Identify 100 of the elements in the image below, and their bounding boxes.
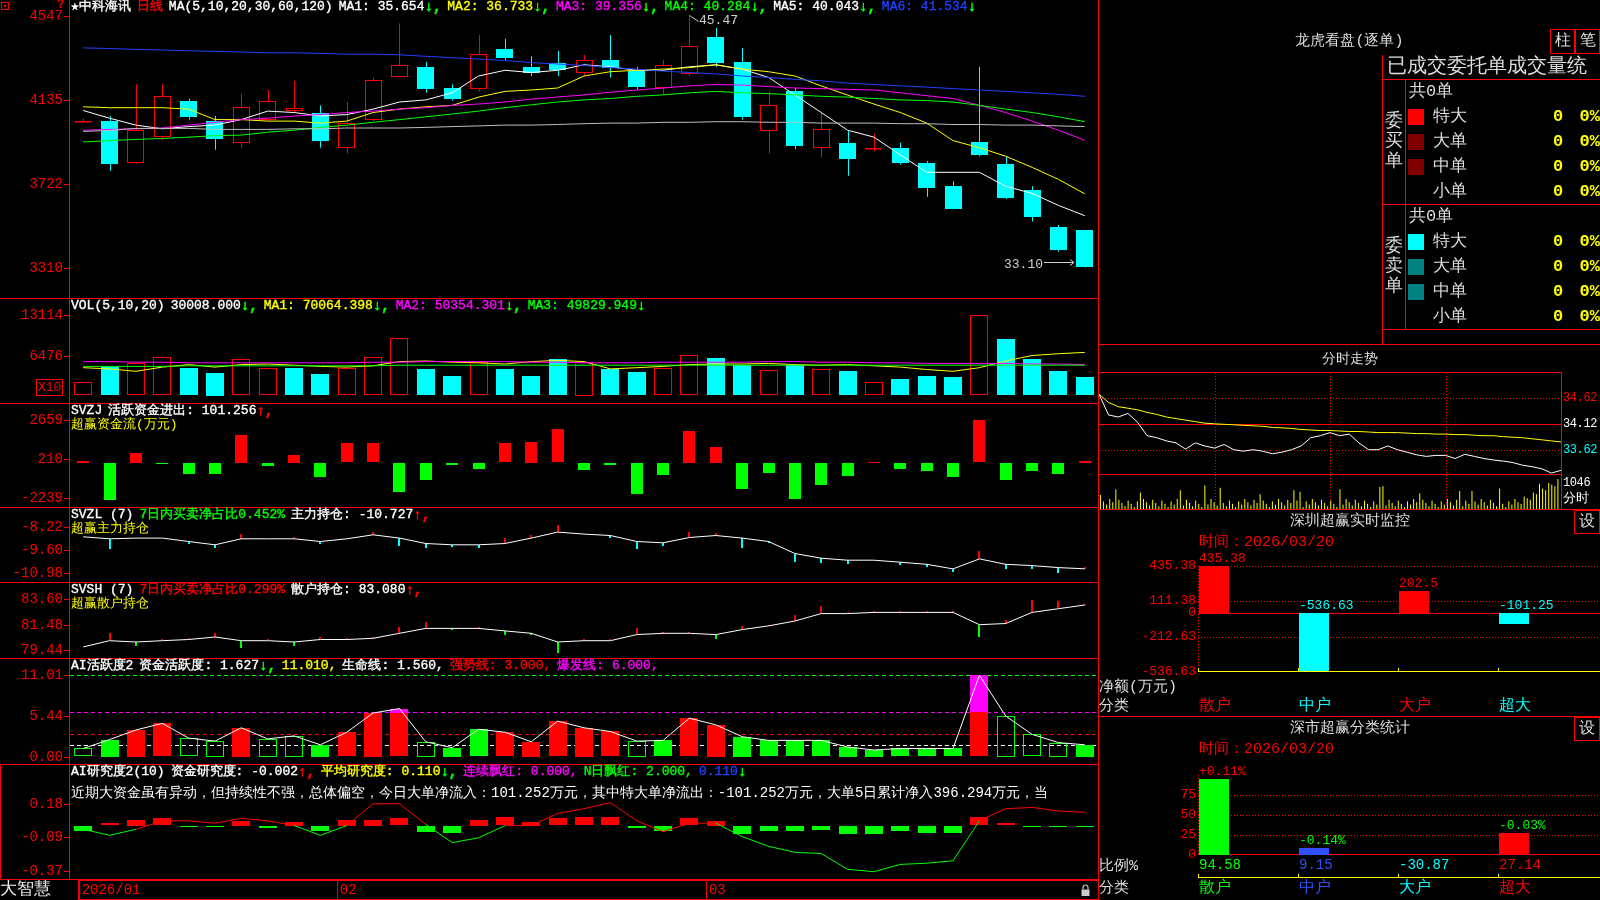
trend-arrow: ↑, xyxy=(413,508,431,522)
axis-title: 净额(万元) xyxy=(1099,678,1177,696)
row-label: 特大 xyxy=(1433,106,1467,127)
axis-label: -536.63 xyxy=(1141,666,1196,678)
legend-label: ★中科海讯 xyxy=(71,0,131,14)
trend-arrow: ↓, xyxy=(641,0,659,14)
count-value: 0 xyxy=(1552,156,1564,177)
data-label: -101.25 xyxy=(1499,599,1554,614)
trend-arrow: ↓, xyxy=(424,0,442,14)
legend-label: MA4: 40.284 xyxy=(664,0,751,14)
annotation: 45.47 xyxy=(699,13,739,29)
axis-label: 0.18 xyxy=(29,795,63,812)
percent-value: 0% xyxy=(1579,181,1600,202)
data-label: -536.63 xyxy=(1299,599,1354,614)
date-label: 02 xyxy=(336,880,357,900)
percent-value: 0% xyxy=(1579,281,1600,302)
table-heading: 已成交委托单成交量统 xyxy=(1383,55,1600,80)
value-label: 94.58 xyxy=(1199,857,1241,873)
count-value: 0 xyxy=(1552,281,1564,302)
trend-arrow: ↓, xyxy=(240,299,258,313)
legend-label: 强势线: 3.000, xyxy=(449,659,552,673)
row-label: 小单 xyxy=(1433,181,1467,202)
legend-label: 0.110 xyxy=(698,765,738,779)
axis-label: 81.48 xyxy=(21,616,63,633)
legend-label: SVZJ xyxy=(71,404,103,418)
axis-title: 分类 xyxy=(1099,880,1129,897)
axis-label: 0 xyxy=(1188,849,1196,861)
axis-label: 4135 xyxy=(29,91,63,108)
axis-label: 3310 xyxy=(29,259,63,276)
legend-label: AI活跃度2 xyxy=(71,659,134,673)
axis-label: 34.62 xyxy=(1563,390,1597,405)
value-label: -30.87 xyxy=(1399,857,1450,873)
category-label: 散户 xyxy=(1199,696,1231,715)
row-label: 大单 xyxy=(1433,256,1467,277)
category-label: 大户 xyxy=(1399,878,1431,897)
trend-arrow: ↓, xyxy=(750,0,768,14)
trend-arrow: ↓ xyxy=(737,765,747,779)
legend-label: MA1: 70064.398 xyxy=(263,299,373,313)
order-total: 共0单 xyxy=(1409,207,1454,226)
axis-label: 50 xyxy=(1180,809,1196,821)
indicator-name: 超赢散户持仓 xyxy=(71,597,149,610)
trend-arrow: ↓, xyxy=(859,0,876,14)
legend-label: 爆发线: 6.000, xyxy=(557,659,659,673)
trend-arrow: ↓, xyxy=(533,0,550,14)
category-label: 中户 xyxy=(1299,878,1331,897)
axis-label: 33.62 xyxy=(1563,442,1597,457)
legend-label: 散户持仓: 83.080 xyxy=(291,583,406,597)
legend-label: MA5: 40.043 xyxy=(773,0,860,14)
axis-label: 435.38 xyxy=(1149,560,1196,572)
count-value: 0 xyxy=(1552,106,1564,127)
legend-label: 资金活跃度: 1.627 xyxy=(139,659,259,673)
legend-label: SVZL (7) xyxy=(71,508,134,522)
trend-arrow: ↓ xyxy=(636,299,646,313)
count-value: 0 xyxy=(1552,256,1564,277)
panel-title: 深圳超赢实时监控 xyxy=(1289,513,1410,531)
group-label: 委卖单 xyxy=(1385,237,1403,297)
axis-label: 0 xyxy=(1188,607,1196,620)
price-annotation: 45.47 xyxy=(689,15,738,28)
legend-label: 生命线: 1.560, xyxy=(342,659,444,673)
row-label: 大单 xyxy=(1433,131,1467,152)
axis-label: 83.60 xyxy=(21,590,63,607)
category-label: 散户 xyxy=(1199,878,1231,897)
legend-label: N日飘红: 2.000, xyxy=(583,765,693,779)
axis-label: 0.00 xyxy=(29,748,63,765)
time-label: 时间：2026/03/20 xyxy=(1199,534,1334,551)
axis-label: 25 xyxy=(1180,829,1196,841)
axis-title: 分类 xyxy=(1099,698,1129,715)
percent-value: 0% xyxy=(1579,131,1600,152)
change-label: -0.03% xyxy=(1499,819,1546,834)
panel-title: 分时走势 xyxy=(1321,349,1378,368)
axis-label: -0.09 xyxy=(21,828,63,845)
annotation: 33.10 xyxy=(1003,256,1043,272)
analysis-text: 近期大资金虽有异动，但持续性不强，总体偏空，今日大单净流入：101.252万元，其中特大单净流出：-101.252万元，大单5日累计净入396.294万元，当 xyxy=(71,785,1049,801)
trend-arrow: ↑, xyxy=(298,765,315,779)
date-label: 2026/01 xyxy=(78,880,141,900)
category-label: 超大 xyxy=(1499,696,1531,715)
panel-title: 深市超赢分类统计 xyxy=(1289,720,1410,738)
trend-arrow: ↓, xyxy=(504,299,522,313)
legend-label: 连续飘红: 0.000, xyxy=(463,765,578,779)
row-label: 小单 xyxy=(1433,306,1467,327)
axis-label: 111.38 xyxy=(1149,595,1196,608)
row-label: 中单 xyxy=(1433,281,1467,302)
legend-label: MA6: 41.534 xyxy=(881,0,968,14)
axis-label: 34.12 xyxy=(1563,416,1597,431)
legend-label: 7日内买卖净占比0.452% xyxy=(139,508,286,522)
count-value: 0 xyxy=(1552,231,1564,252)
category-label: 大户 xyxy=(1399,696,1431,715)
axis-label: -10.98 xyxy=(12,564,63,581)
legend-label: 资金研究度: -0.002 xyxy=(170,765,299,779)
axis-label: 6476 xyxy=(29,347,63,364)
percent-value: 0% xyxy=(1579,306,1600,327)
axis-label: -0.37 xyxy=(21,862,63,879)
unit-label: X10 xyxy=(36,379,64,396)
legend-label: MA(5,10,20,30,60,120) xyxy=(168,0,333,14)
axis-label: 3722 xyxy=(29,175,63,192)
axis-label: -8.22 xyxy=(21,518,63,535)
legend-label: SVSH (7) xyxy=(71,583,134,597)
order-total: 共0单 xyxy=(1409,82,1454,101)
trend-arrow: ↓, xyxy=(372,299,390,313)
legend-label: VOL(5,10,20) xyxy=(71,299,165,313)
